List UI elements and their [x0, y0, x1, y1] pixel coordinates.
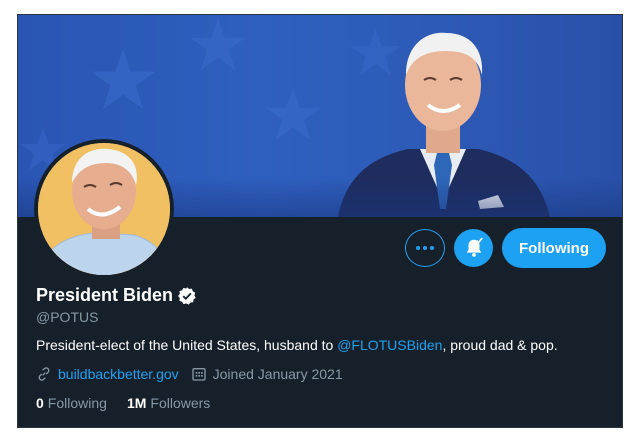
banner-star-decoration — [190, 18, 246, 71]
more-horizontal-icon — [416, 246, 420, 250]
following-label: Following — [47, 395, 107, 411]
notifications-button[interactable] — [454, 229, 493, 267]
bio-text: President-elect of the United States, hu… — [36, 337, 338, 353]
following-button[interactable]: Following — [502, 228, 606, 268]
followers-label: Followers — [150, 395, 211, 411]
joined-date: Joined January 2021 — [212, 366, 343, 382]
following-count: 0 — [36, 395, 44, 411]
name-row: President Biden — [36, 285, 197, 306]
link-icon — [38, 367, 50, 381]
profile-handle: @POTUS — [36, 309, 99, 325]
banner-star-decoration — [90, 48, 156, 110]
more-horizontal-icon — [423, 246, 427, 250]
profile-bio: President-elect of the United States, hu… — [36, 337, 558, 353]
display-name: President Biden — [36, 285, 174, 305]
followers-stat-link[interactable]: 1M Followers — [127, 395, 210, 411]
avatar[interactable] — [34, 139, 174, 279]
following-stat-link[interactable]: 0 Following — [36, 395, 107, 411]
profile-card: Following President Biden @POTUS Preside… — [17, 14, 623, 428]
bio-text-end: , proud dad & pop. — [442, 337, 558, 353]
followers-count: 1M — [126, 395, 147, 411]
bell-check-icon — [466, 237, 483, 257]
banner-star-decoration — [265, 88, 321, 141]
follow-stats: 0 Following 1M Followers — [36, 395, 230, 411]
more-horizontal-icon — [430, 246, 434, 250]
website-link[interactable]: buildbackbetter.gov — [58, 366, 179, 382]
more-options-button[interactable] — [405, 229, 445, 267]
avatar-image — [38, 143, 170, 275]
calendar-icon — [191, 368, 206, 381]
bio-mention-link[interactable]: @FLOTUSBiden — [337, 337, 442, 353]
profile-meta: buildbackbetter.gov Joined January 2021 — [36, 366, 343, 382]
verified-badge-icon — [178, 286, 196, 305]
